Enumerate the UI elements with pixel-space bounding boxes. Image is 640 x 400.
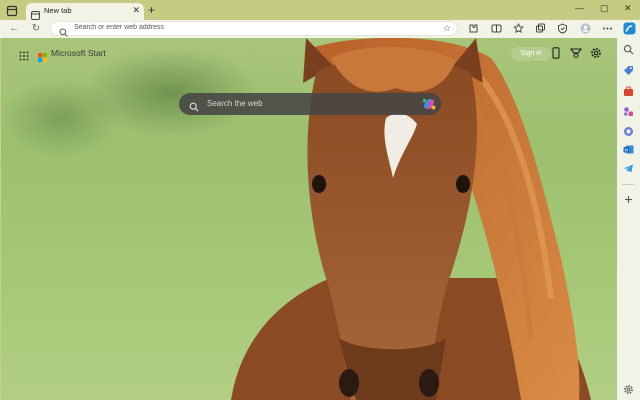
- profile-icon[interactable]: [580, 23, 591, 34]
- tools-icon[interactable]: [623, 86, 634, 97]
- telegram-icon[interactable]: [623, 163, 634, 174]
- tab-close-icon[interactable]: ✕: [132, 6, 140, 15]
- window-menu-icon[interactable]: [6, 4, 18, 17]
- web-search-box[interactable]: Search the web: [179, 93, 441, 115]
- extensions-icon[interactable]: [468, 23, 479, 34]
- sidebar-search-icon[interactable]: [623, 44, 634, 55]
- games-icon[interactable]: [623, 106, 634, 117]
- title-bar: New tab ✕ + — ▢ ✕: [0, 0, 640, 20]
- sidebar-settings-icon[interactable]: [623, 384, 634, 395]
- sidebar-divider: [622, 184, 635, 185]
- brand-title[interactable]: Microsoft Start: [51, 48, 106, 58]
- right-sidebar: O: [617, 38, 640, 400]
- minimize-button[interactable]: —: [575, 3, 584, 13]
- new-tab-page: Microsoft Start Sign in Search the web: [1, 38, 617, 400]
- split-screen-icon[interactable]: [491, 23, 502, 34]
- rewards-icon[interactable]: [570, 47, 582, 59]
- microsoft-logo-icon: [38, 49, 47, 62]
- tab-new-tab[interactable]: New tab ✕: [26, 3, 144, 20]
- tab-title: New tab: [44, 6, 72, 15]
- outlook-icon[interactable]: O: [623, 144, 634, 155]
- address-bar[interactable]: Search or enter web address ☆: [50, 21, 458, 37]
- browser-toolbar: ← ↻ Search or enter web address ☆: [0, 20, 640, 38]
- address-placeholder: Search or enter web address: [74, 24, 164, 31]
- new-tab-button[interactable]: +: [148, 4, 155, 16]
- search-placeholder: Search the web: [207, 99, 263, 108]
- back-icon[interactable]: ←: [8, 23, 20, 35]
- favorites-star-icon[interactable]: ☆: [443, 23, 451, 33]
- phone-icon[interactable]: [550, 47, 562, 59]
- new-tab-favicon-icon: [31, 7, 40, 20]
- favorites-icon[interactable]: [513, 23, 524, 34]
- copilot-icon[interactable]: [623, 22, 636, 35]
- shopping-tag-icon[interactable]: [623, 65, 634, 76]
- svg-text:O: O: [624, 148, 628, 153]
- add-icon[interactable]: [623, 194, 634, 205]
- search-icon: [189, 99, 199, 112]
- collections-icon[interactable]: [535, 23, 546, 34]
- refresh-icon[interactable]: ↻: [30, 23, 42, 35]
- apps-grid-icon[interactable]: [19, 48, 29, 61]
- address-search-icon: [59, 24, 68, 37]
- sign-in-button[interactable]: Sign in: [511, 47, 551, 61]
- browser-essentials-icon[interactable]: [557, 23, 568, 34]
- copilot-search-icon[interactable]: [421, 96, 437, 112]
- background-blur: [1, 78, 121, 158]
- maximize-button[interactable]: ▢: [600, 3, 609, 13]
- page-settings-icon[interactable]: [590, 47, 602, 59]
- sidebar-copilot-icon[interactable]: [623, 126, 634, 137]
- close-window-button[interactable]: ✕: [624, 3, 632, 13]
- more-icon[interactable]: [602, 23, 613, 34]
